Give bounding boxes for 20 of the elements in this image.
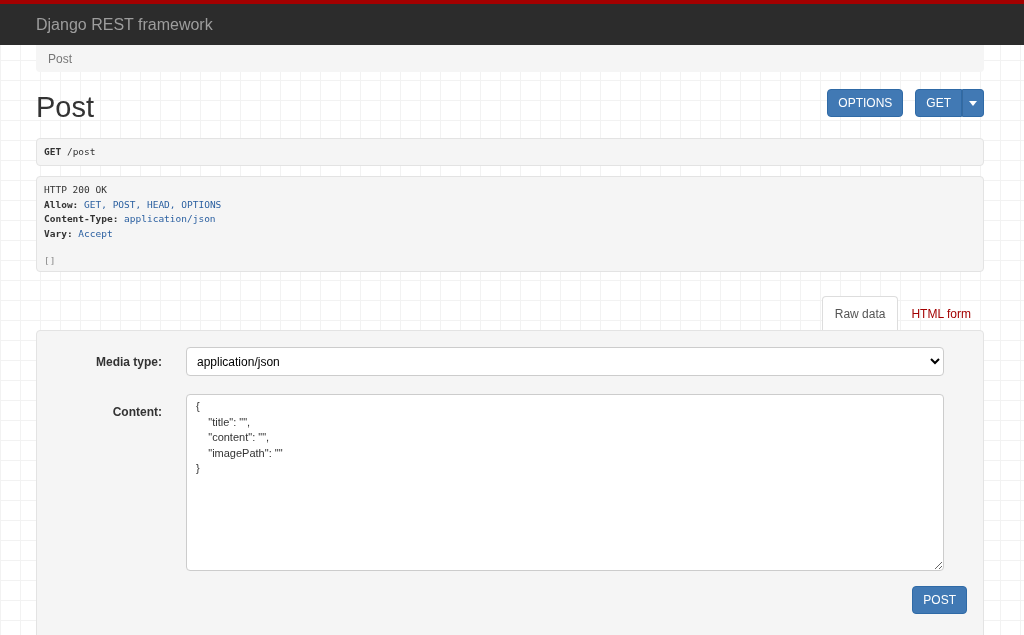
brand-title[interactable]: Django REST framework — [36, 15, 213, 34]
field-label: Content: — [111, 404, 163, 421]
options-button[interactable]: OPTIONS — [827, 89, 904, 117]
response-header: Allow: GET, POST, HEAD, OPTIONS — [44, 197, 223, 212]
tab[interactable]: HTML form — [898, 296, 984, 330]
breadcrumb-item[interactable]: Post — [48, 51, 72, 66]
post-button[interactable]: POST — [912, 586, 967, 614]
page-title: Post — [36, 90, 95, 124]
response-header: Vary: Accept — [44, 226, 114, 241]
response-body: [] — [44, 254, 57, 268]
request-line: GET /post — [44, 144, 96, 159]
dropdown-toggle[interactable] — [962, 89, 984, 117]
tab[interactable]: Raw data — [821, 296, 899, 330]
response-header: Content-Type: application/json — [44, 212, 217, 226]
caret-icon — [969, 100, 977, 106]
status-line: HTTP 200 OK — [44, 183, 108, 197]
content-textarea[interactable]: { "title": "", "content": "", "imagePath": "" } — [186, 394, 944, 571]
get-button[interactable]: GET — [915, 89, 962, 117]
field-label: Media type: — [95, 354, 163, 371]
media-type-select[interactable]: application/json — [186, 347, 944, 376]
